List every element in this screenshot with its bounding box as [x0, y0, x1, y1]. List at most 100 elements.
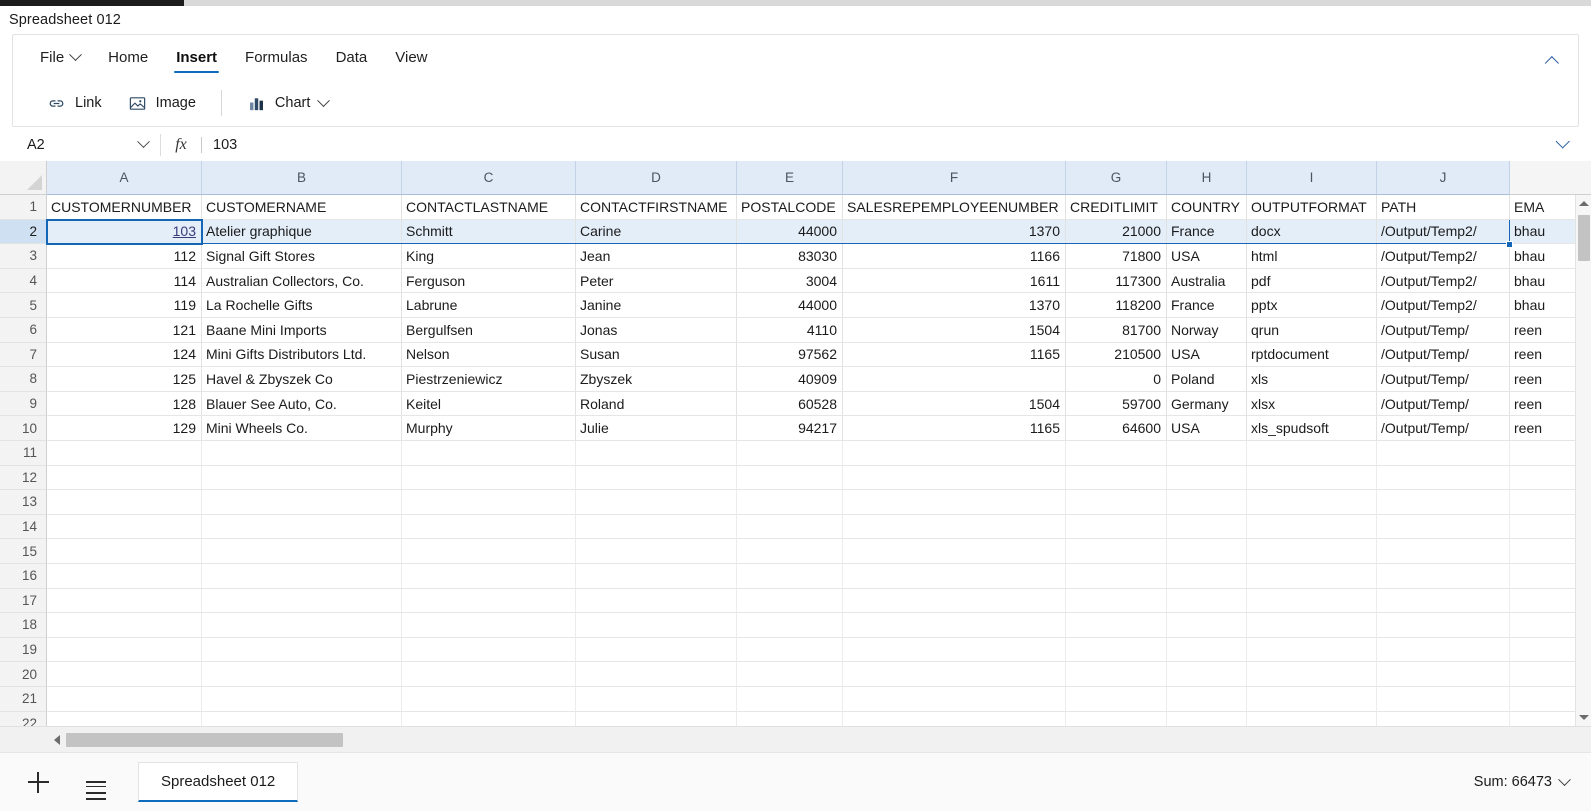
cell-B18[interactable]: [202, 613, 402, 638]
cell-E16[interactable]: [737, 564, 843, 589]
row-header-6[interactable]: 6: [0, 318, 47, 343]
cell-F10[interactable]: 1165: [843, 416, 1066, 441]
sheet-tab-spreadsheet-012[interactable]: Spreadsheet 012: [138, 762, 299, 802]
cell-D3[interactable]: Jean: [576, 244, 737, 269]
cell-G16[interactable]: [1066, 564, 1167, 589]
header-cell-D1[interactable]: CONTACTFIRSTNAME: [576, 195, 737, 220]
cell-H2[interactable]: France: [1167, 219, 1247, 245]
cell-E2[interactable]: 44000: [737, 219, 843, 245]
cell-B13[interactable]: [202, 490, 402, 515]
cell-H9[interactable]: Germany: [1167, 391, 1247, 417]
row-header-8[interactable]: 8: [0, 367, 47, 392]
cell-H7[interactable]: USA: [1167, 342, 1247, 368]
cell-G18[interactable]: [1066, 613, 1167, 638]
cell-H11[interactable]: [1167, 441, 1247, 466]
cell-F9[interactable]: 1504: [843, 391, 1066, 417]
row-header-22[interactable]: 22: [0, 711, 47, 726]
cell-B3[interactable]: Signal Gift Stores: [202, 244, 402, 269]
cell-B14[interactable]: [202, 514, 402, 540]
cell-J7[interactable]: /Output/Temp/: [1377, 342, 1510, 368]
cell-E9[interactable]: 60528: [737, 391, 843, 417]
cell-D21[interactable]: [576, 687, 737, 712]
cell-C8[interactable]: Piestrzeniewicz: [402, 367, 576, 392]
cell-F18[interactable]: [843, 613, 1066, 638]
cell-J3[interactable]: /Output/Temp2/: [1377, 244, 1510, 269]
cell-D7[interactable]: Susan: [576, 342, 737, 368]
cell-H14[interactable]: [1167, 514, 1247, 540]
row-header-14[interactable]: 14: [0, 514, 47, 540]
cell-A9[interactable]: 128: [47, 391, 202, 417]
cell-D9[interactable]: Roland: [576, 391, 737, 417]
cell-A5[interactable]: 119: [47, 293, 202, 318]
insert-chart-button[interactable]: Chart: [235, 86, 340, 120]
cell-A19[interactable]: [47, 637, 202, 663]
cell-J18[interactable]: [1377, 613, 1510, 638]
cell-H19[interactable]: [1167, 637, 1247, 663]
cell-D15[interactable]: [576, 539, 737, 564]
cell-G10[interactable]: 64600: [1066, 416, 1167, 441]
cell-E17[interactable]: [737, 588, 843, 614]
cell-I17[interactable]: [1247, 588, 1377, 614]
column-header-E[interactable]: E: [737, 161, 843, 195]
status-sum[interactable]: Sum: 66473: [1474, 772, 1591, 790]
cell-I11[interactable]: [1247, 441, 1377, 466]
cell-A3[interactable]: 112: [47, 244, 202, 269]
cell-G2[interactable]: 21000: [1066, 219, 1167, 245]
cell-G11[interactable]: [1066, 441, 1167, 466]
cell-D10[interactable]: Julie: [576, 416, 737, 441]
cell-I2[interactable]: docx: [1247, 219, 1377, 245]
cell-J17[interactable]: [1377, 588, 1510, 614]
header-cell-C1[interactable]: CONTACTLASTNAME: [402, 195, 576, 220]
cell-A10[interactable]: 129: [47, 416, 202, 441]
cell-F13[interactable]: [843, 490, 1066, 515]
header-cell-B1[interactable]: CUSTOMERNAME: [202, 195, 402, 220]
row-header-15[interactable]: 15: [0, 539, 47, 564]
column-header-J[interactable]: J: [1377, 161, 1510, 195]
cell-D22[interactable]: [576, 711, 737, 726]
cell-J8[interactable]: /Output/Temp/: [1377, 367, 1510, 392]
cell-D11[interactable]: [576, 441, 737, 466]
cell-G7[interactable]: 210500: [1066, 342, 1167, 368]
cell-G6[interactable]: 81700: [1066, 318, 1167, 343]
cell-H13[interactable]: [1167, 490, 1247, 515]
cell-A16[interactable]: [47, 564, 202, 589]
cell-E4[interactable]: 3004: [737, 268, 843, 294]
cell-A18[interactable]: [47, 613, 202, 638]
cell-B11[interactable]: [202, 441, 402, 466]
cell-C20[interactable]: [402, 662, 576, 687]
header-cell-H1[interactable]: COUNTRY: [1167, 195, 1247, 220]
cell-G5[interactable]: 118200: [1066, 293, 1167, 318]
header-cell-F1[interactable]: SALESREPEMPLOYEENUMBER: [843, 195, 1066, 220]
cell-F6[interactable]: 1504: [843, 318, 1066, 343]
cell-J14[interactable]: [1377, 514, 1510, 540]
cell-H18[interactable]: [1167, 613, 1247, 638]
cell-H15[interactable]: [1167, 539, 1247, 564]
cell-E19[interactable]: [737, 637, 843, 663]
cell-D6[interactable]: Jonas: [576, 318, 737, 343]
cell-F7[interactable]: 1165: [843, 342, 1066, 368]
header-cell-J1[interactable]: PATH: [1377, 195, 1510, 220]
row-header-18[interactable]: 18: [0, 613, 47, 638]
row-header-1[interactable]: 1: [0, 195, 47, 220]
ribbon-tab-home[interactable]: Home: [94, 35, 162, 79]
cell-C3[interactable]: King: [402, 244, 576, 269]
cell-H6[interactable]: Norway: [1167, 318, 1247, 343]
cell-B16[interactable]: [202, 564, 402, 589]
cell-A7[interactable]: 124: [47, 342, 202, 368]
cell-I16[interactable]: [1247, 564, 1377, 589]
cell-E3[interactable]: 83030: [737, 244, 843, 269]
cell-A20[interactable]: [47, 662, 202, 687]
cell-G17[interactable]: [1066, 588, 1167, 614]
cell-E14[interactable]: [737, 514, 843, 540]
cell-C11[interactable]: [402, 441, 576, 466]
cell-B9[interactable]: Blauer See Auto, Co.: [202, 391, 402, 417]
cell-H20[interactable]: [1167, 662, 1247, 687]
cell-I20[interactable]: [1247, 662, 1377, 687]
cell-B6[interactable]: Baane Mini Imports: [202, 318, 402, 343]
horizontal-scroll-thumb[interactable]: [66, 733, 343, 747]
formula-input[interactable]: 103: [202, 137, 1545, 153]
cell-I14[interactable]: [1247, 514, 1377, 540]
add-sheet-button[interactable]: [18, 762, 58, 802]
cell-J11[interactable]: [1377, 441, 1510, 466]
cell-F3[interactable]: 1166: [843, 244, 1066, 269]
